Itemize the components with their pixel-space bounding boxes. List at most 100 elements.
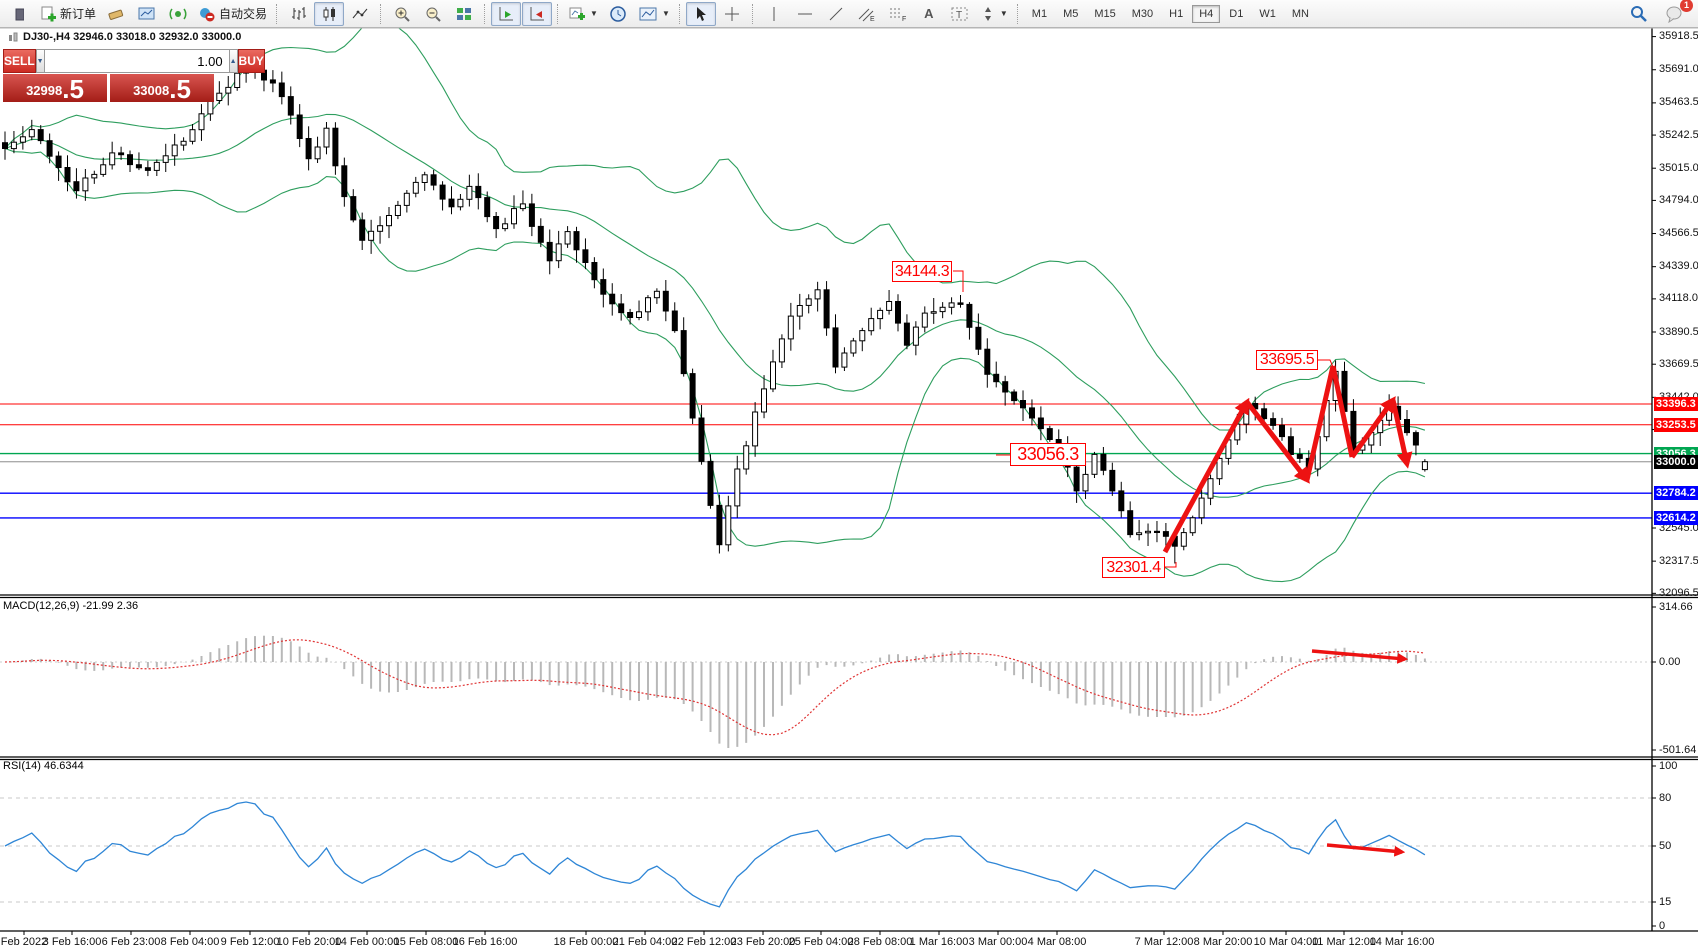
candle-body <box>333 128 338 166</box>
candle-body <box>351 197 356 220</box>
candle-body <box>476 186 481 197</box>
candle-body <box>1208 479 1213 499</box>
y-axis-label: 35918.5 <box>1659 30 1698 42</box>
candle-body <box>1280 425 1285 436</box>
candle-body <box>887 302 892 311</box>
rsi-label: RSI(14) 46.6344 <box>3 760 84 772</box>
trend-arrow-segment[interactable] <box>1352 400 1393 457</box>
time-axis-label: 28 Feb 08:00 <box>848 936 913 948</box>
candle-body <box>520 204 525 209</box>
candle-body <box>467 186 472 199</box>
candle-body <box>547 242 552 260</box>
y-axis-label: 34566.5 <box>1659 227 1698 239</box>
candle-body <box>1163 532 1168 537</box>
candle-body <box>592 263 597 280</box>
chart-canvas[interactable] <box>0 0 1698 949</box>
y-axis-label: 35463.5 <box>1659 96 1698 108</box>
candle-body <box>20 137 25 142</box>
candle-body <box>896 302 901 324</box>
candle-body <box>297 115 302 139</box>
candle-body <box>940 307 945 311</box>
candle-body <box>1262 409 1267 419</box>
candle-body <box>306 139 311 159</box>
volume-input[interactable] <box>45 49 229 73</box>
candle-body <box>1003 382 1008 392</box>
candle-body <box>503 224 508 229</box>
chart-title-bar: DJ30-,H4 32946.0 33018.0 32932.0 33000.0 <box>8 31 241 43</box>
rsi-line <box>5 802 1425 907</box>
candle-body <box>672 311 677 331</box>
candle-body <box>1146 531 1151 533</box>
annotation-label[interactable]: 34144.3 <box>892 261 952 282</box>
candle-body <box>1101 454 1106 470</box>
candle-body <box>1271 419 1276 426</box>
chart-title: DJ30-,H4 32946.0 33018.0 32932.0 33000.0 <box>23 31 241 43</box>
candle-body <box>753 412 758 446</box>
candle-body <box>833 328 838 367</box>
trend-arrow-segment[interactable] <box>1247 402 1307 480</box>
candle-body <box>610 294 615 304</box>
y-axis-label: 34794.0 <box>1659 194 1698 206</box>
candle-body <box>762 389 767 412</box>
candle-body <box>1119 491 1124 511</box>
y-axis-label: 34118.0 <box>1659 292 1698 304</box>
bollinger-middle-band <box>5 114 1425 497</box>
candle-body <box>1021 401 1026 408</box>
candle-body <box>699 418 704 461</box>
volume-down-button[interactable]: ▼ <box>36 49 45 73</box>
sell-button[interactable]: SELL <box>3 49 36 73</box>
candle-body <box>708 461 713 505</box>
time-axis-label: 14 Feb 00:00 <box>335 936 400 948</box>
buy-button[interactable]: BUY <box>238 49 265 73</box>
candle-body <box>360 220 365 240</box>
candle-body <box>1083 474 1088 491</box>
annotation-label[interactable]: 33695.5 <box>1256 350 1318 370</box>
buy-price[interactable]: 33008 .5 <box>110 74 214 102</box>
candle-body <box>690 374 695 418</box>
candle-body <box>1074 467 1079 491</box>
annotation-label[interactable]: 33056.3 <box>1010 443 1086 466</box>
sell-price-main: 32998 <box>26 81 62 101</box>
candle-body <box>163 156 168 163</box>
candle-body <box>538 226 543 242</box>
candle-body <box>637 312 642 318</box>
y-axis-label: 34339.0 <box>1659 260 1698 272</box>
candle-body <box>1012 392 1017 401</box>
candle-body <box>824 290 829 328</box>
time-axis-label: 15 Feb 08:00 <box>394 936 459 948</box>
candle-body <box>771 362 776 389</box>
y-axis-label: 33890.5 <box>1659 326 1698 338</box>
time-axis-label: 3 Mar 00:00 <box>969 936 1028 948</box>
candle-body <box>967 304 972 327</box>
candle-body <box>1422 462 1427 470</box>
candle-body <box>1181 533 1186 547</box>
candle-body <box>404 193 409 205</box>
price-tag: 33396.3 <box>1654 397 1698 411</box>
price-tag: 33253.5 <box>1654 418 1698 432</box>
one-click-trading-panel: SELL ▼ ▲ BUY 32998 .5 33008 .5 <box>3 49 214 102</box>
candle-body <box>779 339 784 362</box>
sell-price[interactable]: 32998 .5 <box>3 74 107 102</box>
time-axis-label: 18 Feb 00:00 <box>554 936 619 948</box>
candle-body <box>976 327 981 349</box>
candle-body <box>92 174 97 178</box>
candle-body <box>958 303 963 305</box>
rsi-axis-label: 80 <box>1659 792 1671 804</box>
time-axis-label: 7 Mar 12:00 <box>1135 936 1194 948</box>
annotation-label[interactable]: 32301.4 <box>1102 557 1165 578</box>
candle-body <box>842 353 847 367</box>
candle-body <box>931 312 936 314</box>
candle-body <box>199 114 204 130</box>
volume-up-button[interactable]: ▲ <box>229 49 238 73</box>
sell-price-big-digit: .5 <box>62 77 84 101</box>
y-axis-label: 35691.0 <box>1659 63 1698 75</box>
macd-signal-line <box>5 640 1425 735</box>
price-tag: 32614.2 <box>1654 511 1698 525</box>
time-axis-label: Feb 2022 <box>1 936 47 948</box>
candle-body <box>806 299 811 306</box>
candle-body <box>815 290 820 299</box>
candle-body <box>431 175 436 185</box>
buy-price-main: 33008 <box>133 81 169 101</box>
candle-body <box>681 331 686 374</box>
candle-body <box>172 145 177 156</box>
